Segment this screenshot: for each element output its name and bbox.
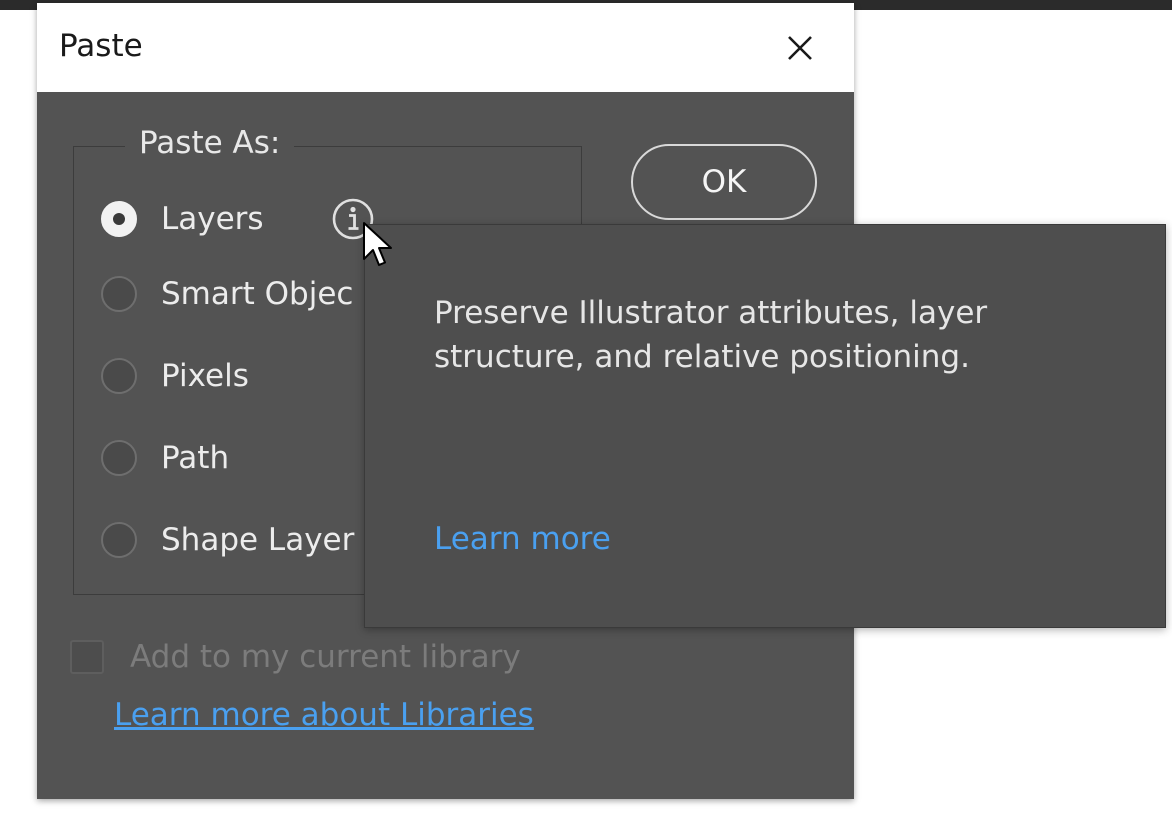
dialog-title: Paste — [59, 28, 143, 64]
radio-option-pixels[interactable]: Pixels — [101, 354, 249, 398]
radio-option-smart-object[interactable]: Smart Objec — [101, 272, 353, 316]
ok-button[interactable]: OK — [631, 144, 817, 220]
radio-option-path[interactable]: Path — [101, 436, 229, 480]
radio-button-path[interactable] — [101, 440, 137, 476]
add-to-library-checkbox[interactable] — [70, 640, 104, 674]
mouse-pointer-icon — [363, 222, 392, 266]
dialog-titlebar: Paste — [37, 3, 854, 92]
radio-button-layers[interactable] — [101, 201, 137, 237]
info-tooltip: Preserve Illustrator attributes, layer s… — [364, 224, 1166, 628]
close-icon — [788, 36, 812, 60]
add-to-library-option[interactable]: Add to my current library — [70, 635, 521, 679]
radio-label-shape-layers: Shape Layer — [161, 522, 355, 558]
learn-more-libraries-link[interactable]: Learn more about Libraries — [114, 697, 534, 733]
radio-label-path: Path — [161, 440, 230, 476]
paste-as-legend: Paste As: — [125, 125, 295, 161]
radio-label-smart-object: Smart Objec — [161, 276, 354, 312]
add-to-library-label: Add to my current library — [130, 639, 521, 675]
tooltip-description: Preserve Illustrator attributes, layer s… — [434, 295, 988, 375]
close-button[interactable] — [777, 25, 823, 71]
radio-option-shape-layers[interactable]: Shape Layer — [101, 518, 354, 562]
radio-button-pixels[interactable] — [101, 358, 137, 394]
radio-label-layers: Layers — [161, 201, 264, 237]
radio-option-layers[interactable]: Layers — [101, 197, 264, 241]
radio-label-pixels: Pixels — [161, 358, 249, 394]
radio-button-smart-object[interactable] — [101, 276, 137, 312]
radio-button-shape-layers[interactable] — [101, 522, 137, 558]
tooltip-learn-more-link[interactable]: Learn more — [434, 521, 611, 557]
